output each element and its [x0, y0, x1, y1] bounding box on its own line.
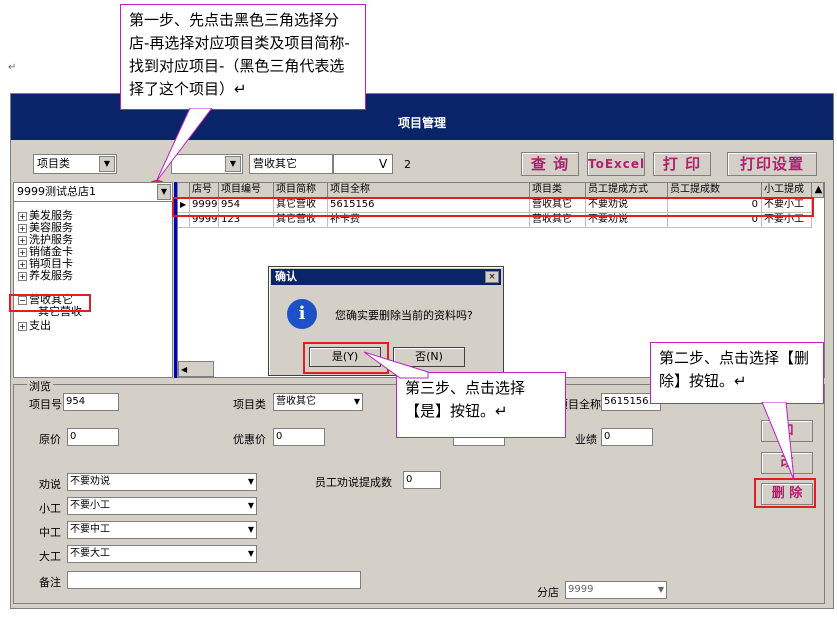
discount-label: 优惠价: [233, 433, 266, 446]
category-type-select[interactable]: 项目类 ▼: [33, 154, 117, 174]
step1-pointer: [155, 108, 213, 183]
item-no-label: 项目号: [29, 398, 62, 411]
category-value-text: 营收其它: [253, 157, 297, 170]
discount-field[interactable]: 0: [273, 428, 325, 446]
note-field[interactable]: [67, 571, 361, 589]
category-value-field[interactable]: 营收其它: [249, 154, 333, 174]
paragraph-mark: ↵: [8, 62, 17, 73]
small-worker-label: 小工: [39, 502, 61, 515]
step2-callout: 第二步、点击选择【删除】按钮。↵: [650, 342, 824, 404]
print-button[interactable]: 打 印: [653, 152, 711, 176]
row-indicator-header: [178, 183, 190, 198]
performance-label: 业绩: [575, 433, 597, 446]
tree-item[interactable]: + 养发服务: [18, 267, 73, 283]
column-header[interactable]: 项目全称: [328, 183, 530, 198]
info-icon: i: [287, 299, 317, 329]
highlight-tree-item: [9, 294, 91, 312]
column-header[interactable]: 项目编号: [219, 183, 274, 198]
persuade-label: 劝说: [39, 478, 61, 491]
chevron-down-icon: ▼: [247, 525, 254, 534]
step3-callout: 第三步、点击选择【是】按钮。↵: [396, 372, 566, 438]
tree-item[interactable]: + 支出: [18, 317, 51, 333]
branch-label: 分店: [537, 586, 559, 599]
price-label: 原价: [39, 433, 61, 446]
category-select-field[interactable]: 营收其它 ▼: [273, 393, 363, 411]
small-worker-select[interactable]: 不要小工 ▼: [67, 497, 257, 515]
dialog-title: 确认: [271, 269, 501, 285]
staff-commission-label: 员工劝说提成数: [315, 476, 392, 489]
category-field-value: 营收其它: [276, 396, 316, 407]
mid-worker-value: 不要中工: [70, 524, 110, 535]
chevron-down-icon: ▼: [353, 397, 360, 406]
column-header[interactable]: 项目简称: [274, 183, 328, 198]
mid-worker-label: 中工: [39, 526, 61, 539]
big-worker-label: 大工: [39, 550, 61, 563]
column-header[interactable]: 小工提成: [762, 183, 812, 198]
note-label: 备注: [39, 576, 61, 589]
expand-icon[interactable]: +: [18, 322, 27, 331]
chevron-down-icon: ▼: [657, 585, 664, 594]
chevron-down-icon: ▼: [225, 156, 241, 172]
scroll-left-icon[interactable]: ◀: [179, 365, 187, 374]
persuade-select[interactable]: 不要劝说 ▼: [67, 473, 257, 491]
dialog-message: 您确实要删除当前的资料吗?: [335, 309, 473, 322]
chevron-down-icon: ▼: [247, 549, 254, 558]
step1-callout: 第一步、先点击黑色三角选择分店-再选择对应项目类及项目简称-找到对应项目-（黑色…: [120, 4, 366, 110]
category-type-label: 项目类: [37, 157, 70, 170]
expand-icon[interactable]: +: [18, 272, 27, 281]
highlight-selected-row: [172, 197, 814, 217]
step2-pointer: [761, 402, 795, 481]
performance-field[interactable]: 0: [601, 428, 653, 446]
branch-field-value: 9999: [568, 584, 594, 595]
branch-field[interactable]: 9999 ▼: [565, 581, 667, 599]
item-no-field[interactable]: 954: [63, 393, 119, 411]
query-button[interactable]: 查 询: [521, 152, 579, 176]
column-header[interactable]: 员工提成方式: [586, 183, 668, 198]
branch-select[interactable]: 9999测试总店1 ▼: [13, 182, 173, 202]
column-header[interactable]: 员工提成数: [668, 183, 762, 198]
column-header[interactable]: 店号: [190, 183, 219, 198]
print-setup-button[interactable]: 打印设置: [727, 152, 817, 176]
big-worker-value: 不要大工: [70, 548, 110, 559]
horizontal-scrollbar[interactable]: ◀: [178, 361, 214, 377]
browse-group-label: 浏览: [27, 378, 53, 394]
scroll-up-icon[interactable]: ▲: [812, 183, 824, 198]
to-excel-button[interactable]: ToExcel: [587, 152, 645, 176]
branch-select-value: 9999测试总店1: [17, 185, 96, 198]
category-label: 项目类: [233, 398, 266, 411]
big-worker-select[interactable]: 不要大工 ▼: [67, 545, 257, 563]
v-label: V: [379, 157, 388, 171]
chevron-down-icon: ▼: [247, 477, 254, 486]
close-icon[interactable]: ×: [485, 271, 499, 283]
column-header[interactable]: 项目类: [530, 183, 586, 198]
mid-worker-select[interactable]: 不要中工 ▼: [67, 521, 257, 539]
category-tree: + 美发服务 + 美容服务 + 洗护服务 + 销储金卡 + 销项目卡 + 养发服务 − 营收其…: [13, 182, 173, 378]
staff-commission-field[interactable]: 0: [403, 471, 441, 489]
small-worker-value: 不要小工: [70, 500, 110, 511]
chevron-down-icon: ▼: [247, 501, 254, 510]
chevron-down-icon: ▼: [99, 156, 115, 172]
step3-pointer: [363, 351, 429, 379]
page-number: 2: [404, 158, 411, 171]
price-field[interactable]: 0: [67, 428, 119, 446]
highlight-delete-button: [754, 478, 816, 508]
chevron-down-icon: ▼: [157, 184, 171, 200]
persuade-value: 不要劝说: [70, 476, 110, 487]
